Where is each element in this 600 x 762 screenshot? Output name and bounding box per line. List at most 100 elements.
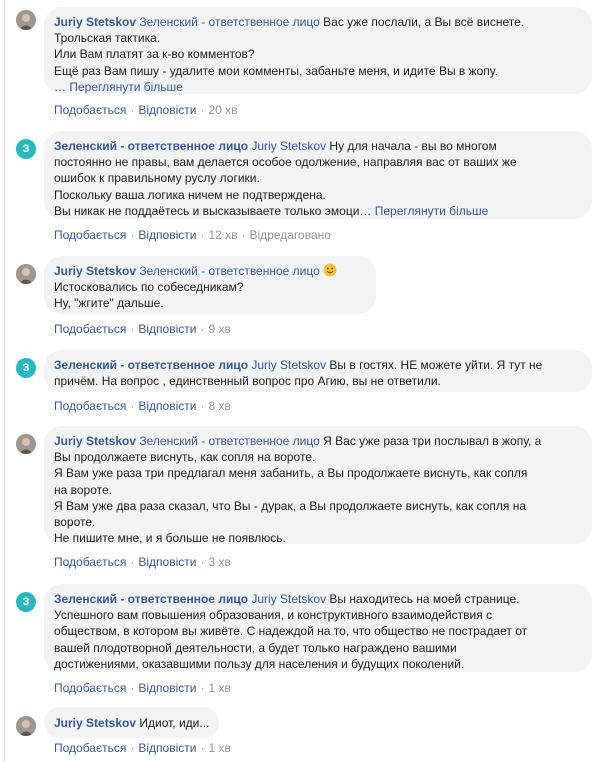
timestamp[interactable]: 20 хв [208,103,237,117]
like-link[interactable]: Подобається [54,228,126,242]
comment-text: вашей плодотворной деятельности, а будет… [54,640,457,655]
comment-author[interactable]: Juriy Stetskov [54,434,136,448]
separator: · [130,555,135,569]
smile-emoji-icon [323,263,337,277]
timestamp[interactable]: 3 хв [208,555,230,569]
comment-bubble: Juriy Stetskov Зеленский - ответственное… [44,7,592,94]
comment-bubble: Juriy Stetskov Идиот, иди... [44,707,220,738]
mention-link[interactable]: Зеленский - ответственное лицо [139,434,319,448]
comment-text: Я Вам уже раза три предлагал меня забани… [54,466,528,481]
comment-bubble: Juriy Stetskov Зеленский - ответственное… [44,256,376,314]
mention-link[interactable]: Juriy Stetskov [251,139,326,153]
comment-author[interactable]: Juriy Stetskov [54,264,136,278]
avatar[interactable] [16,10,36,30]
reply-link[interactable]: Відповісти [138,681,196,695]
separator: · [130,741,135,755]
avatar[interactable] [16,264,36,284]
comment-bubble: Зеленский - ответственное лицо Juriy Ste… [44,131,592,219]
ellipsis: … [54,79,66,94]
comment-bubble: Juriy Stetskov Зеленский - ответственное… [44,426,592,546]
separator: · [200,681,205,695]
timestamp[interactable]: 12 хв [208,228,237,242]
comment-actions: Подобається · Відповісти · 9 хв [54,322,231,336]
avatar[interactable]: З [16,592,36,612]
reply-link[interactable]: Відповісти [138,103,196,117]
comment-author[interactable]: Зеленский - ответственное лицо [54,139,248,153]
comment-text: Вы продолжаете виснуть, как сопля на вор… [54,450,316,465]
comment-text: Не пишите мне, и я больше не появлюсь. [54,531,286,546]
comment-text: Вы никак не поддаётесь и высказываете то… [54,203,360,218]
timestamp[interactable]: 8 хв [208,399,230,413]
comment-text: Ещё раз Вам пишу - удалите мои комменты,… [54,63,498,78]
separator: · [130,322,135,336]
reply-link[interactable]: Відповісти [138,399,196,413]
comment-text: вороте. [54,515,96,530]
see-more-link[interactable]: Переглянути більше [69,80,183,94]
avatar[interactable] [16,434,36,454]
timestamp[interactable]: 9 хв [208,322,230,336]
comment-text: на вороте. [54,482,113,497]
timestamp[interactable]: 1 хв [208,681,230,695]
reply-link[interactable]: Відповісти [138,228,196,242]
comment-text: Ну для начала - вы во многом [329,139,497,153]
reply-link[interactable]: Відповісти [138,555,196,569]
comment-text: достижениями, оказавшими пользу для насе… [54,656,465,671]
mention-link[interactable]: Juriy Stetskov [251,592,326,606]
mention-link[interactable]: Зеленский - ответственное лицо [139,264,319,278]
comment-text: Я Вам уже два раза сказал, что Вы - дура… [54,498,526,513]
comment-author[interactable]: Зеленский - ответственное лицо [54,358,248,372]
separator: · [130,228,135,242]
comment-text: Трольская тактика. [54,31,161,46]
like-link[interactable]: Подобається [54,555,126,569]
edited-label[interactable]: Відредаговано [250,228,331,242]
comment-text: Поскольку ваша логика ничем не подтвержд… [54,187,326,202]
comment-author[interactable]: Зеленский - ответственное лицо [54,592,248,606]
comment-text: Идиот, иди... [139,716,210,730]
comment-text: обществом, в котором вы живёте. С надежд… [54,624,528,639]
comment-bubble: Зеленский - ответственное лицо Juriy Ste… [44,584,592,672]
reply-link[interactable]: Відповісти [138,322,196,336]
avatar[interactable]: З [16,139,36,159]
like-link[interactable]: Подобається [54,322,126,336]
avatar[interactable]: З [16,358,36,378]
ellipsis: … [359,203,372,218]
like-link[interactable]: Подобається [54,741,126,755]
comment-text: Вас уже послали, а Вы всё виснете. [323,15,525,29]
separator: · [200,322,205,336]
comment-text: причём. На вопрос , единственный вопрос … [54,374,441,389]
comment-actions: Подобається · Відповісти · 1 хв [54,741,231,755]
like-link[interactable]: Подобається [54,399,126,413]
comment-actions: Подобається · Відповісти · 8 хв [54,399,231,413]
comment-text: ошибок к правильному руслу логики. [54,171,260,186]
comment-actions: Подобається · Відповісти · 20 хв [54,103,238,117]
separator: · [200,741,205,755]
timestamp[interactable]: 1 хв [208,741,230,755]
mention-link[interactable]: Зеленский - ответственное лицо [139,15,319,29]
separator: · [130,103,135,117]
separator: · [241,228,246,242]
thread-line [4,0,5,762]
separator: · [200,228,205,242]
comment-text: Вы находитесь на моей странице. [329,592,520,606]
separator: · [200,103,205,117]
comment-text: Я Вас уже раза три послывал в жопу, а [323,434,542,448]
separator: · [130,399,135,413]
separator: · [130,681,135,695]
comment-actions: Подобається · Відповісти · 12 хв · Відредагова… [54,228,331,242]
see-more-link[interactable]: Переглянути більше [375,204,489,218]
avatar[interactable] [16,716,36,736]
comment-text: Истосковались по собеседникам? [54,280,244,295]
comment-author[interactable]: Juriy Stetskov [54,15,136,29]
comment-author[interactable]: Juriy Stetskov [54,716,136,730]
comment-text: постоянно не правы, вам делается особое … [54,155,517,170]
mention-link[interactable]: Juriy Stetskov [251,358,326,372]
like-link[interactable]: Подобається [54,103,126,117]
comment-bubble: Зеленский - ответственное лицо Juriy Ste… [44,350,592,392]
comment-text: Успешного вам повышения образования, и к… [54,608,493,623]
separator: · [200,555,205,569]
comment-text: Вы в гостях. НЕ можете уйти. Я тут не [329,358,543,372]
reply-link[interactable]: Відповісти [138,741,196,755]
comment-text: Ну, "жгите" дальше. [54,296,164,311]
like-link[interactable]: Подобається [54,681,126,695]
comment-actions: Подобається · Відповісти · 1 хв [54,681,231,695]
